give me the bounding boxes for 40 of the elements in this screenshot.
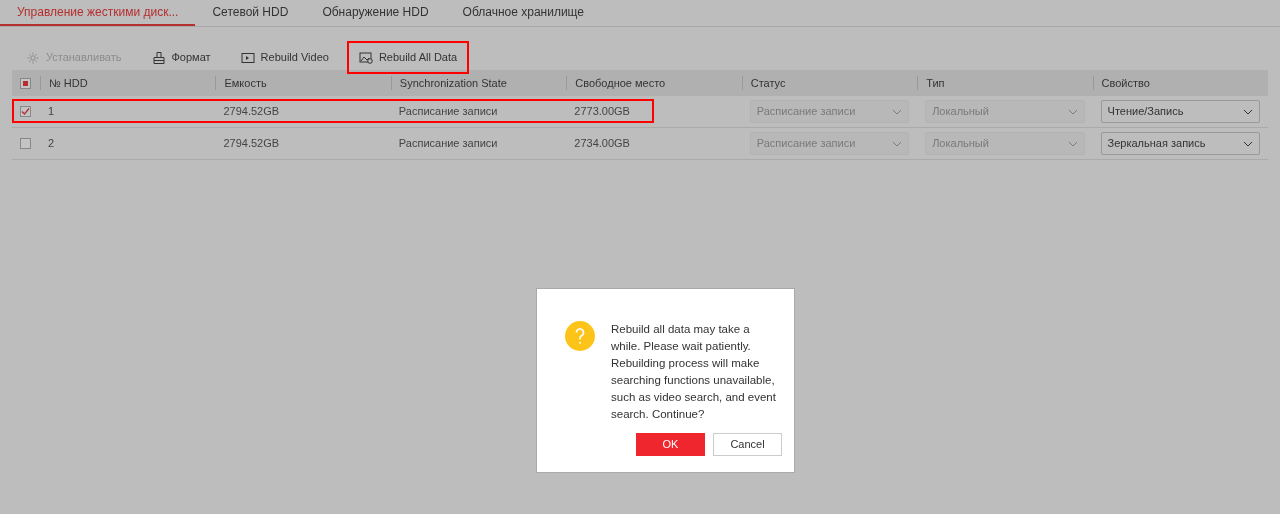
image-icon xyxy=(358,50,373,65)
table-cell-text: 2794.52GB xyxy=(222,104,281,120)
toolbar-button[interactable]: Rebuild All Data xyxy=(346,41,470,74)
chevron-icon xyxy=(1243,108,1253,115)
column-header: № HDD xyxy=(40,76,216,90)
brush-icon xyxy=(151,50,166,65)
dialog-message: Rebuild all data may take a while. Please wait patiently. Rebuilding process will make searching functions unavailable, such as video search, and event search. Continue? xyxy=(611,322,777,422)
tab[interactable]: Сетевой HDD xyxy=(195,0,306,26)
ok-button[interactable]: OK xyxy=(636,433,705,456)
column-header: Synchronization State xyxy=(390,76,567,90)
tab[interactable]: Облачное хранилище xyxy=(445,0,602,26)
table-cell-text: Расписание записи xyxy=(397,104,499,120)
tab[interactable]: Обнаружение HDD xyxy=(305,0,446,26)
cancel-button[interactable]: Cancel xyxy=(713,433,782,456)
chevron-icon xyxy=(1067,140,1078,147)
column-header: Свойство xyxy=(1092,76,1268,90)
column-header: Тип xyxy=(917,76,1093,90)
chevron-icon xyxy=(892,140,903,147)
table-cell-text: 2734.00GB xyxy=(573,136,631,152)
table-cell-text: 2794.52GB xyxy=(222,136,281,152)
checkbox[interactable] xyxy=(20,77,31,89)
toolbar-button[interactable]: Формат xyxy=(139,41,223,74)
checkbox[interactable] xyxy=(20,106,31,117)
video-icon xyxy=(240,50,255,65)
column-header: Емкость xyxy=(215,76,391,90)
gear-icon xyxy=(26,50,40,65)
checkbox[interactable] xyxy=(20,138,31,149)
table-cell-text: 2773.00GB xyxy=(573,104,631,120)
chevron-icon xyxy=(1243,140,1253,147)
select-field[interactable]: Чтение/Запись xyxy=(1100,100,1260,123)
chevron-icon xyxy=(1067,108,1078,115)
chevron-icon xyxy=(892,108,903,115)
table-cell-text: Расписание записи xyxy=(397,136,499,152)
table-cell-text: 1 xyxy=(47,104,56,120)
question-icon xyxy=(565,321,595,351)
toolbar-button[interactable]: Rebuild Video xyxy=(228,41,341,74)
column-header: Свободное место xyxy=(566,76,742,90)
table-cell-text: 2 xyxy=(47,136,56,152)
column-header: Статус xyxy=(741,76,918,90)
select-field[interactable]: Зеркальная запись xyxy=(1100,132,1260,155)
